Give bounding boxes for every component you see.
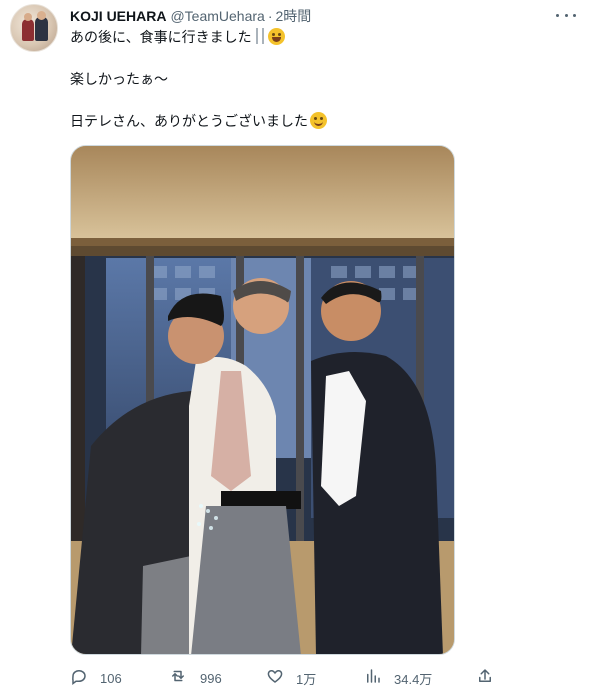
views-chart-icon (364, 667, 382, 689)
tweet-text: あの後に、食事に行きました (70, 30, 252, 46)
grinning-face-icon (267, 28, 285, 45)
tweet-text-line-3: 日テレさん、ありがとうございました (70, 112, 327, 132)
retweet-button[interactable]: 996 (168, 666, 222, 690)
retweet-count: 996 (200, 670, 222, 686)
tweet-card[interactable]: KOJI UEHARA @TeamUehara · 2時間 あの後に、食事に行き… (0, 0, 590, 697)
heart-icon (266, 667, 284, 689)
views-button[interactable]: 34.4万 (364, 666, 432, 690)
share-icon (476, 667, 494, 689)
tweet-photo[interactable] (70, 145, 455, 655)
views-count: 34.4万 (394, 671, 433, 687)
photo-illustration (71, 146, 454, 654)
tweet-text-line-2: 楽しかったぁ～ (70, 70, 168, 90)
fork-knife-icon (254, 28, 266, 44)
retweet-icon (168, 667, 188, 689)
reply-button[interactable]: 106 (70, 666, 122, 690)
tweet-actions: 106 996 1万 34.4万 (70, 666, 510, 690)
like-button[interactable]: 1万 (266, 666, 316, 690)
tweet-text: 楽しかったぁ～ (70, 72, 168, 88)
tweet-header: KOJI UEHARA @TeamUehara · 2時間 (70, 6, 311, 26)
author-name[interactable]: KOJI UEHARA (70, 8, 166, 24)
timestamp[interactable]: 2時間 (276, 6, 312, 26)
more-icon[interactable] (556, 6, 576, 24)
author-handle[interactable]: @TeamUehara (170, 8, 264, 24)
reply-count: 106 (100, 670, 122, 686)
smiling-face-icon (310, 112, 327, 129)
like-count: 1万 (296, 671, 317, 687)
share-button[interactable] (476, 666, 494, 690)
tweet-text: 日テレさん、ありがとうございました (70, 114, 308, 130)
separator-dot: · (267, 8, 273, 24)
reply-icon (70, 667, 88, 689)
tweet-text-line-1: あの後に、食事に行きました (70, 28, 285, 48)
avatar[interactable] (10, 4, 58, 52)
